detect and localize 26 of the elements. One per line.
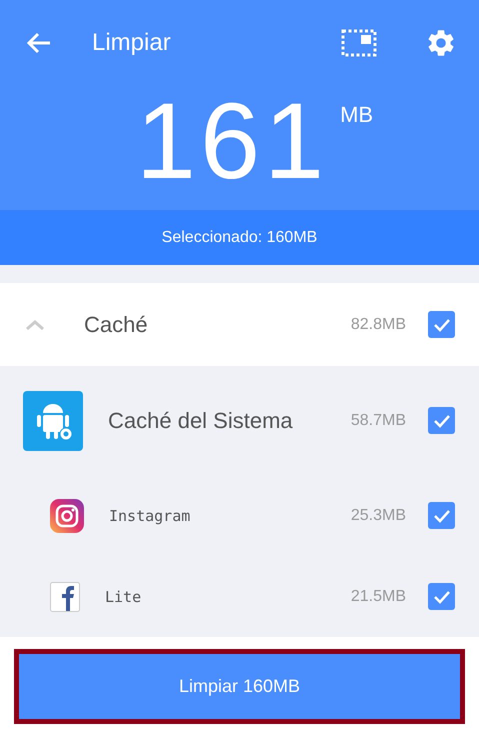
robot-gear-icon: [23, 390, 83, 450]
group-size: 82.8MB: [350, 316, 406, 334]
group-name: Caché: [84, 312, 149, 338]
clean-button[interactable]: Limpiar 160MB: [14, 649, 465, 724]
check-icon: [432, 414, 450, 428]
camera-icon: [50, 498, 84, 532]
checkbox[interactable]: [428, 407, 455, 434]
check-icon: [432, 590, 450, 604]
checkbox[interactable]: [428, 583, 455, 610]
checkbox[interactable]: [428, 311, 455, 338]
selected-summary: Seleccionado: 160MB: [162, 228, 318, 246]
check-icon: [432, 318, 450, 332]
item-name: Caché del Sistema: [108, 408, 294, 434]
back-arrow-icon[interactable]: [26, 31, 52, 55]
total-size: 161: [136, 86, 328, 196]
item-size: 25.3MB: [350, 506, 406, 524]
item-size: 21.5MB: [350, 588, 406, 606]
checkbox[interactable]: [428, 502, 455, 529]
item-size: 58.7MB: [350, 412, 406, 430]
letter-f-icon: [50, 582, 80, 612]
size-unit: MB: [340, 102, 374, 128]
screen-title: Limpiar: [92, 29, 172, 57]
check-icon: [432, 508, 450, 522]
item-name: Instagram: [109, 506, 192, 524]
item-name: Lite: [105, 588, 142, 606]
select-area-icon[interactable]: [341, 29, 377, 57]
